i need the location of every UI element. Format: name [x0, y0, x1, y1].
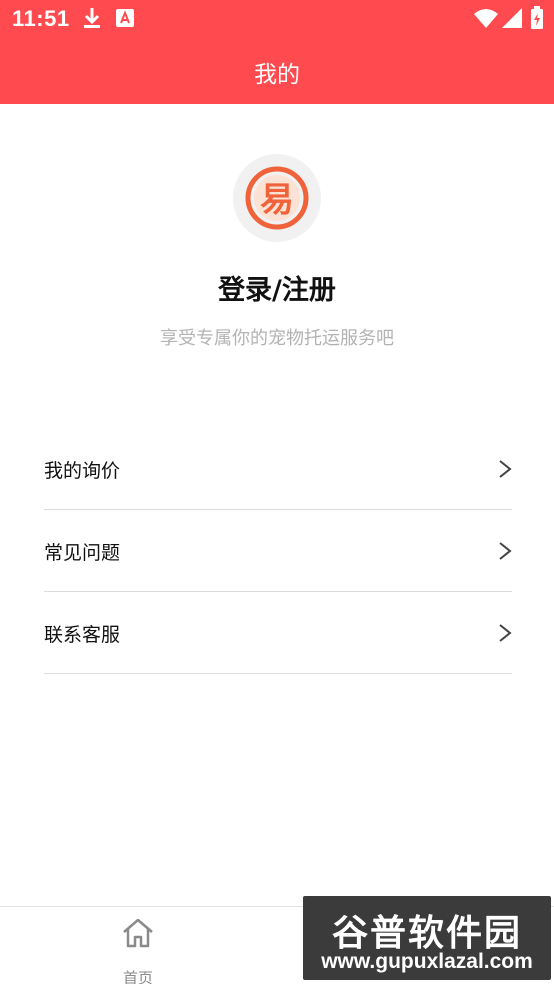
tab-home-label: 首页	[122, 969, 153, 984]
menu-item-contact-support[interactable]: 联系客服	[44, 592, 512, 674]
watermark-badge: 谷普软件园 www.gupuxlazal.com	[303, 896, 551, 980]
login-register-link[interactable]: 登录/注册	[0, 268, 554, 307]
menu-item-my-inquiries[interactable]: 我的询价	[44, 428, 512, 510]
watermark-title: 谷普软件园	[331, 913, 522, 954]
tab-home[interactable]: 首页	[106, 917, 170, 984]
profile-subtitle: 享受专属你的宠物托运服务吧	[160, 328, 394, 349]
menu-item-label: 我的询价	[44, 460, 121, 482]
download-icon	[82, 6, 102, 34]
battery-icon	[530, 6, 544, 34]
signal-icon	[502, 8, 522, 32]
text-a-icon	[116, 9, 134, 31]
menu-item-label: 常见问题	[44, 542, 121, 564]
status-bar: 11:51	[0, 0, 554, 38]
watermark-url: www.gupuxlazal.com	[321, 950, 533, 973]
chevron-right-icon	[498, 459, 512, 483]
menu-item-label: 联系客服	[44, 624, 121, 646]
app-header: 11:51 我的	[0, 0, 554, 104]
avatar[interactable]: 易	[233, 154, 321, 242]
avatar-logo-text: 易	[260, 180, 294, 220]
logo-yi-icon: 易	[233, 166, 321, 246]
home-icon	[121, 917, 155, 953]
wifi-icon	[474, 8, 498, 32]
page-title: 我的	[254, 62, 300, 88]
chevron-right-icon	[498, 541, 512, 565]
chevron-right-icon	[498, 623, 512, 647]
menu-list: 我的询价 常见问题 联系客服	[44, 428, 512, 674]
status-time: 11:51	[12, 6, 70, 31]
menu-item-faq[interactable]: 常见问题	[44, 510, 512, 592]
